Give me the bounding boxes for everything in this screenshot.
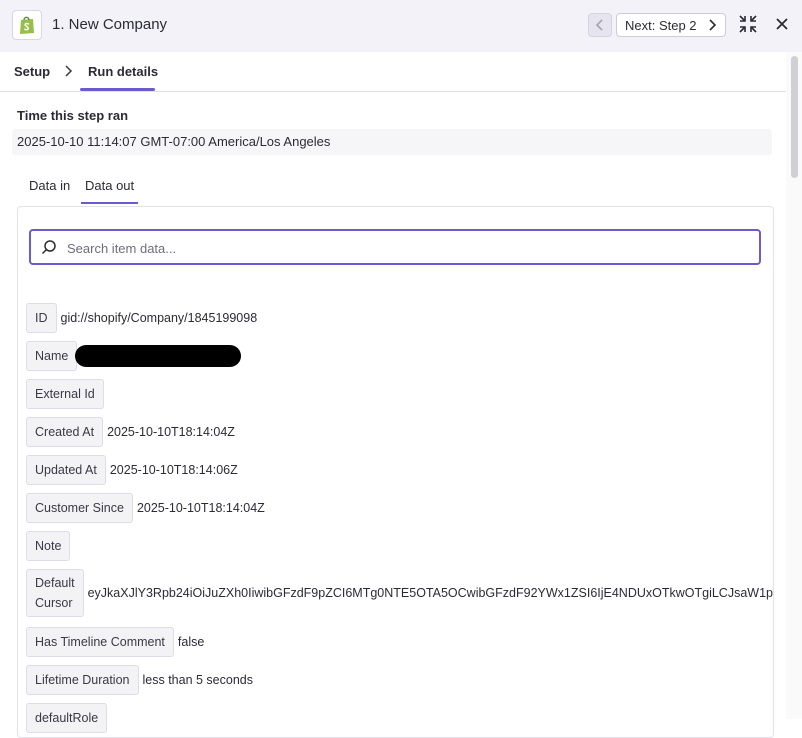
field-key-line: Cursor — [35, 596, 73, 610]
field-row-created-at: Created At 2025-10-10T18:14:04Z — [26, 417, 235, 447]
field-row-has-timeline-comment: Has Timeline Comment false — [26, 627, 204, 657]
field-key[interactable]: defaultRole — [26, 703, 108, 733]
previous-step-button[interactable] — [588, 13, 612, 37]
field-row-note: Note — [26, 531, 71, 561]
field-key[interactable]: ID — [26, 303, 57, 333]
search-input[interactable] — [65, 236, 749, 260]
time-label: Time this step ran — [17, 108, 129, 123]
field-key[interactable]: Updated At — [26, 455, 106, 485]
time-value: 2025-10-10 11:14:07 GMT-07:00 America/Lo… — [17, 134, 331, 149]
breadcrumb: Setup Run details — [0, 52, 786, 92]
field-value: 2025-10-10T18:14:04Z — [136, 501, 265, 515]
search-icon — [41, 240, 56, 255]
next-step-label: Next: Step 2 — [625, 17, 697, 33]
field-row-name: Name — [26, 341, 242, 371]
step-title: 1. New Company — [52, 16, 168, 33]
tab-data-out[interactable]: Data out — [85, 178, 134, 193]
field-row-customer-since: Customer Since 2025-10-10T18:14:04Z — [26, 493, 265, 523]
scrollbar-thumb[interactable] — [791, 56, 798, 178]
field-key[interactable]: Customer Since — [26, 493, 133, 523]
field-value: gid://shopify/Company/1845199098 — [60, 311, 258, 325]
redacted-value — [75, 345, 242, 367]
active-tab-indicator — [80, 88, 155, 91]
chevron-right-icon — [65, 65, 73, 77]
field-key[interactable]: Lifetime Duration — [26, 665, 139, 695]
chevron-right-icon — [709, 19, 717, 31]
field-key[interactable]: External Id — [26, 379, 104, 409]
tab-setup[interactable]: Setup — [14, 64, 50, 79]
data-out-panel: ID gid://shopify/Company/1845199098 Name… — [17, 206, 774, 738]
field-key[interactable]: Note — [26, 531, 71, 561]
step-header: 1. New Company Next: Step 2 — [0, 0, 802, 53]
field-row-lifetime-duration: Lifetime Duration less than 5 seconds — [26, 665, 253, 695]
field-row-external-id: External Id — [26, 379, 104, 409]
field-row-default-role: defaultRole — [26, 703, 108, 733]
field-key[interactable]: Default Cursor — [26, 569, 84, 617]
field-value: eyJkaXJlY3Rpb24iOiJuZXh0IiwibGFzdF9pZCI6… — [87, 586, 774, 600]
chevron-left-icon — [595, 19, 603, 31]
field-value: 2025-10-10T18:14:04Z — [107, 425, 235, 439]
field-row-default-cursor: Default Cursor eyJkaXJlY3Rpb24iOiJuZXh0I… — [26, 569, 774, 617]
field-value: 2025-10-10T18:14:06Z — [109, 463, 238, 477]
field-value: false — [177, 635, 205, 649]
tab-run-details[interactable]: Run details — [88, 64, 158, 79]
field-value: less than 5 seconds — [142, 673, 254, 687]
collapse-icon[interactable] — [738, 14, 758, 34]
shopify-icon — [12, 10, 42, 40]
active-subtab-indicator — [81, 202, 138, 204]
field-row-id: ID gid://shopify/Company/1845199098 — [26, 303, 257, 333]
field-key[interactable]: Created At — [26, 417, 104, 447]
time-value-box: 2025-10-10 11:14:07 GMT-07:00 America/Lo… — [12, 129, 772, 155]
close-icon[interactable] — [773, 15, 791, 33]
field-row-updated-at: Updated At 2025-10-10T18:14:06Z — [26, 455, 238, 485]
field-key[interactable]: Name — [26, 341, 78, 371]
tab-data-in[interactable]: Data in — [29, 178, 70, 193]
next-step-button[interactable]: Next: Step 2 — [616, 13, 726, 37]
field-key-line: Default — [35, 576, 75, 590]
search-box — [29, 229, 761, 265]
field-key[interactable]: Has Timeline Comment — [26, 627, 174, 657]
